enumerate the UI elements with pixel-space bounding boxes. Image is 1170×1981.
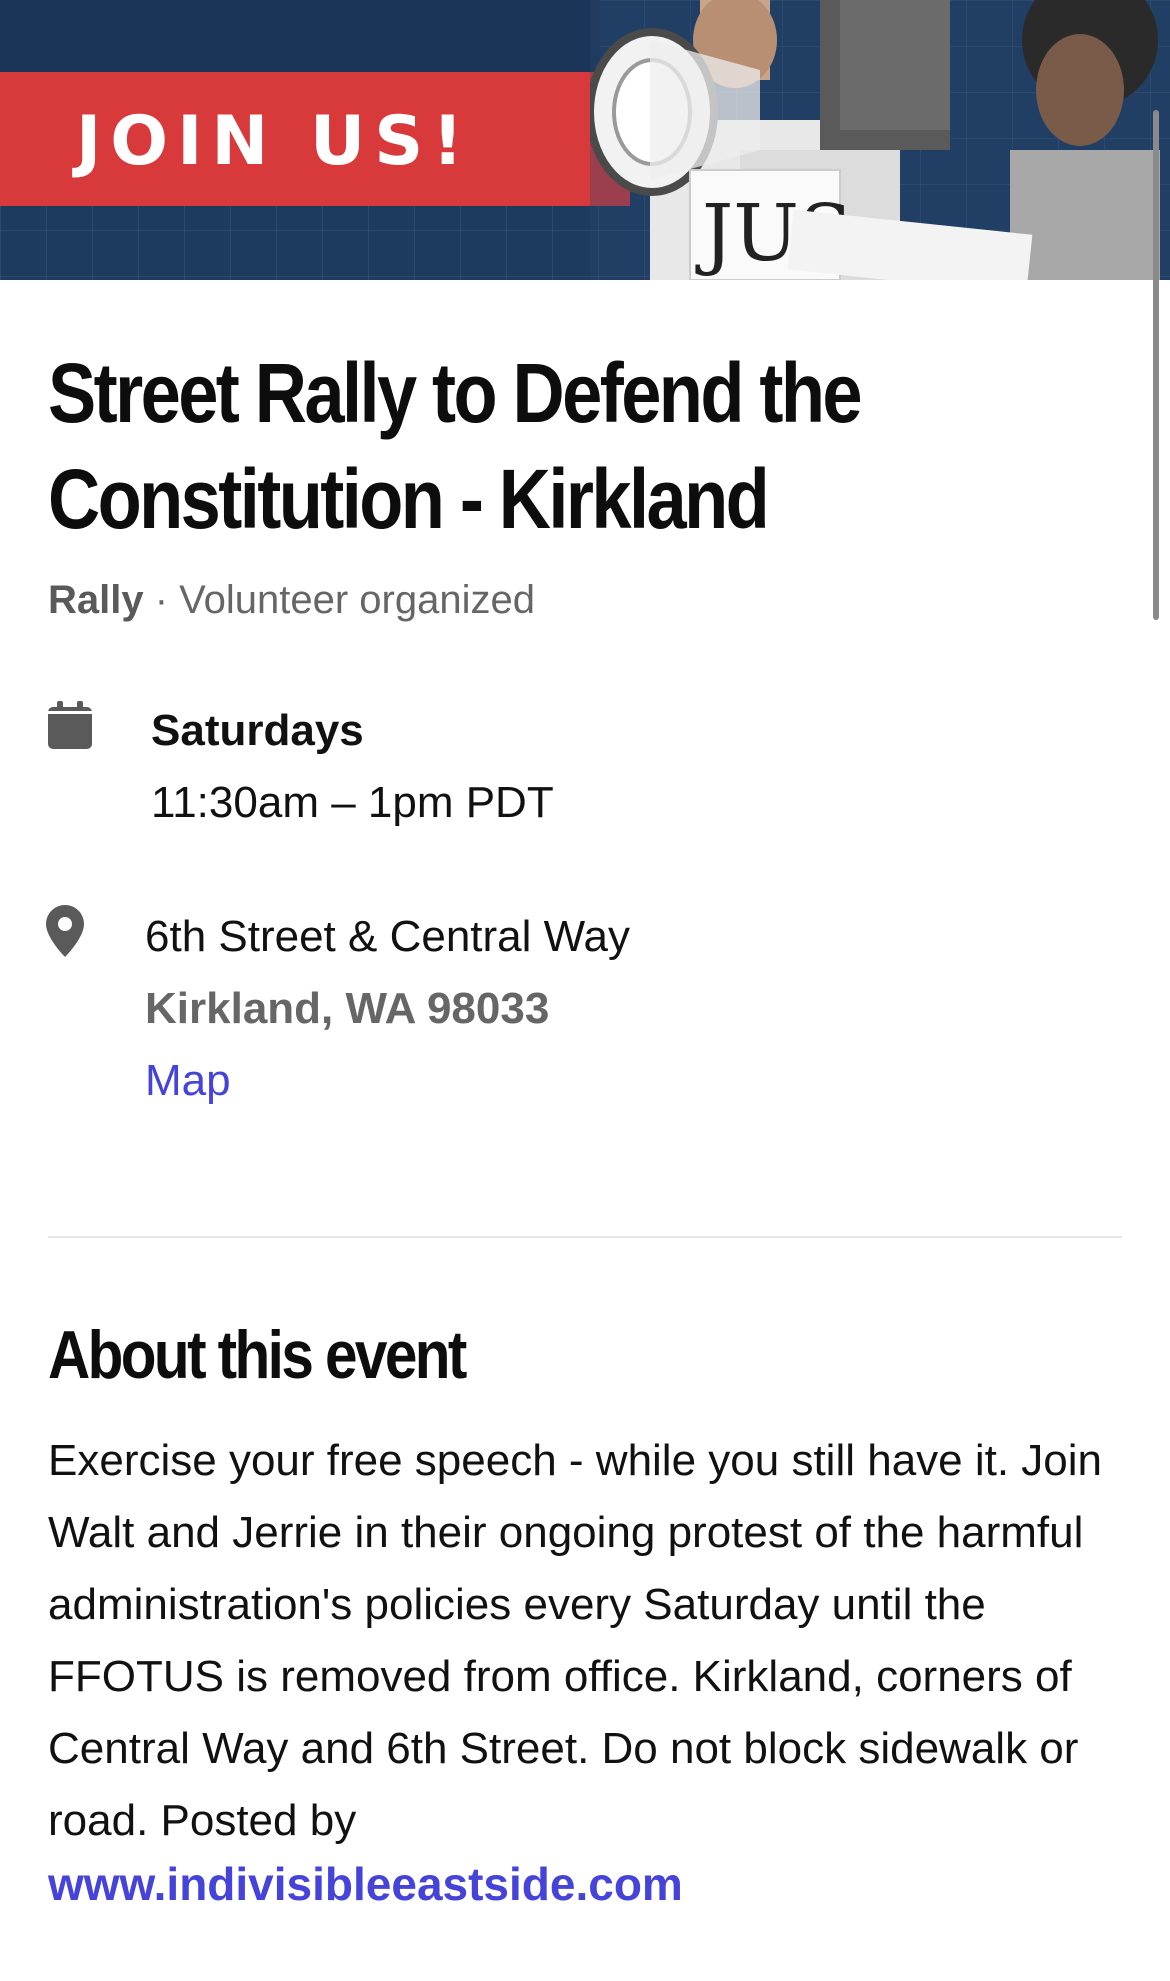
hero-banner-text: JOIN US! [76,102,473,181]
schedule-day: Saturdays [151,706,364,755]
about-body: Exercise your free speech - while you st… [48,1436,1103,1845]
organizer-website-link[interactable]: www.indivisibleeastside.com [48,1857,683,1911]
section-divider [48,1236,1122,1238]
event-meta: Rally · Volunteer organized [48,578,535,623]
event-hero-image: JOIN US! JUS [0,0,1170,280]
map-link[interactable]: Map [145,1056,231,1106]
location-city: Kirkland, WA 98033 [145,984,550,1033]
calendar-icon [48,701,92,749]
protesters-photo: JUS [590,0,1170,280]
about-heading: About this event [48,1317,467,1393]
schedule-time: 11:30am – 1pm PDT [151,778,554,827]
map-pin-icon [46,905,84,957]
meta-separator: · [143,578,180,622]
event-title: Street Rally to Defend the Constitution … [48,346,863,546]
scrollbar[interactable] [1153,110,1159,620]
location-street: 6th Street & Central Way [145,912,631,961]
hero-top-band [0,0,600,72]
organizer-type: Volunteer organized [179,578,535,622]
event-kind: Rally [48,578,144,622]
